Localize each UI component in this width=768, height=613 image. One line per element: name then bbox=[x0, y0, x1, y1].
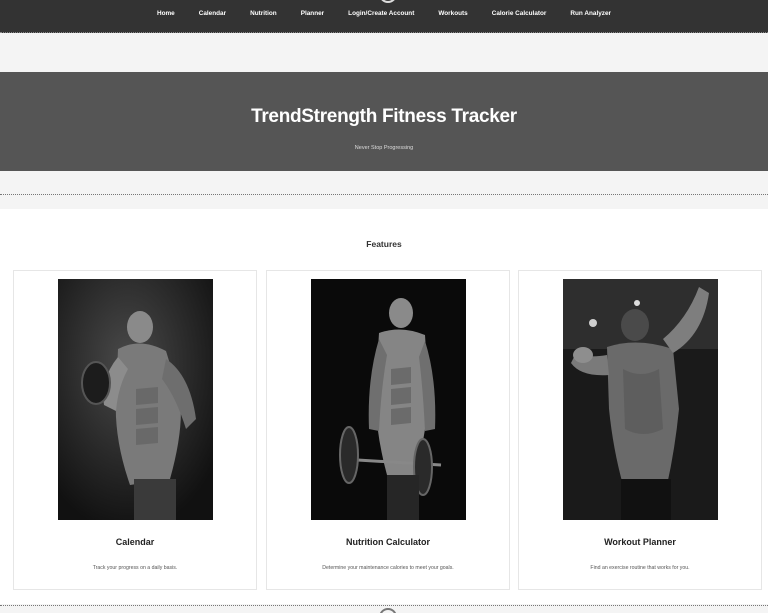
logo-icon[interactable] bbox=[379, 0, 397, 3]
card-title: Nutrition Calculator bbox=[345, 537, 430, 547]
nav-item-planner[interactable]: Planner bbox=[301, 10, 324, 17]
nav-item-login[interactable]: Login/Create Account bbox=[348, 10, 414, 17]
section-divider bbox=[0, 605, 768, 606]
features-section: Features Calendar Track your progress on… bbox=[0, 209, 768, 604]
hero-banner: TrendStrength Fitness Tracker Never Stop… bbox=[0, 72, 768, 171]
feature-image-calendar bbox=[58, 279, 213, 520]
hero-tagline: Never Stop Progressing bbox=[354, 145, 414, 151]
nav-item-calendar[interactable]: Calendar bbox=[199, 10, 226, 17]
feature-card-calendar[interactable]: Calendar Track your progress on a daily … bbox=[13, 270, 257, 590]
nav-item-run-analyzer[interactable]: Run Analyzer bbox=[570, 10, 611, 17]
nav-item-calorie-calculator[interactable]: Calorie Calculator bbox=[492, 10, 547, 17]
feature-image-workout-planner bbox=[563, 279, 718, 520]
feature-card-workout-planner[interactable]: Workout Planner Find an exercise routine… bbox=[518, 270, 762, 590]
bodybuilder-barbell-curl-image bbox=[311, 279, 466, 520]
section-divider bbox=[0, 194, 768, 195]
nav-item-home[interactable]: Home bbox=[157, 10, 175, 17]
features-heading: Features bbox=[366, 239, 402, 249]
footer-logo-icon bbox=[379, 608, 397, 613]
card-description: Find an exercise routine that works for … bbox=[590, 565, 690, 571]
card-description: Determine your maintenance calories to m… bbox=[322, 565, 454, 571]
feature-image-nutrition bbox=[311, 279, 466, 520]
card-description: Track your progress on a daily basis. bbox=[92, 565, 178, 571]
navbar: Home Calendar Nutrition Planner Login/Cr… bbox=[0, 0, 768, 33]
card-title: Workout Planner bbox=[604, 537, 676, 547]
page-title: TrendStrength Fitness Tracker bbox=[251, 106, 517, 127]
card-title: Calendar bbox=[115, 537, 155, 547]
bodybuilder-dumbbell-curl-image bbox=[58, 279, 213, 520]
bodybuilder-back-pose-image bbox=[563, 279, 718, 520]
nav-item-workouts[interactable]: Workouts bbox=[438, 10, 467, 17]
nav-item-nutrition[interactable]: Nutrition bbox=[250, 10, 277, 17]
nav-menu: Home Calendar Nutrition Planner Login/Cr… bbox=[0, 10, 768, 17]
feature-card-nutrition-calculator[interactable]: Nutrition Calculator Determine your main… bbox=[266, 270, 510, 590]
